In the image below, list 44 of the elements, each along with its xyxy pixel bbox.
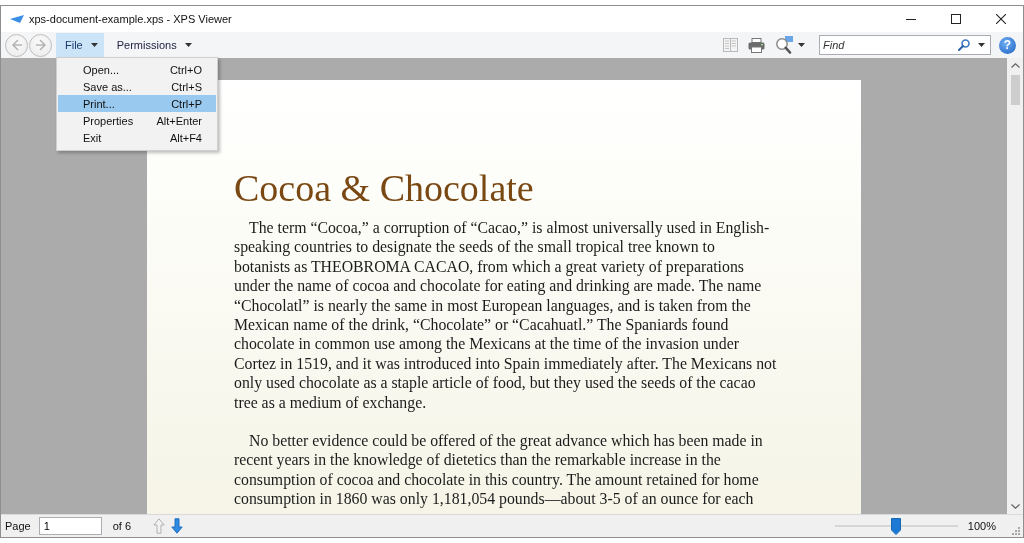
right-arrow-icon <box>34 39 47 51</box>
slider-thumb[interactable] <box>891 517 902 535</box>
minimize-icon <box>905 18 916 20</box>
down-arrow-icon <box>171 518 184 534</box>
caret-icon[interactable] <box>978 43 985 47</box>
next-page-button[interactable] <box>171 518 184 534</box>
zoom-percentage: 100% <box>967 520 996 532</box>
menu-item[interactable]: Save as... Ctrl+S <box>58 78 216 95</box>
resize-grip-icon[interactable] <box>1011 526 1020 535</box>
page-label: Page <box>5 520 31 532</box>
document-paragraph: The term “Cocoa,” a corruption of “Cacao,” is almost universally used in English- speaking countries to designate the seeds of the small tropical tree known to botanists as THEOBROMA CACAO, from which a great variety of preparations under the name of cocoa and chocolate for eating and drinking are made. The name “Chocolatl” is nearly the same in most European languages, and is taken from the Mexican name of the drink, “Chocolate” or “Cacahuatl.” The Spaniards found chocolate in common use among the Mexicans at the time of the invasion under Cortez in 1519, and it was introduced into Spain immediately after. The Mexicans not only used chocolate as a staple article of food, but they used the seeds of the cacao tree as a medium of exchange. <box>234 218 778 413</box>
left-arrow-icon <box>10 39 23 51</box>
caret-icon <box>90 43 98 47</box>
search-field[interactable]: Find <box>819 35 991 55</box>
magnifier-icon <box>775 36 794 54</box>
menu-item[interactable]: Exit Alt+F4 <box>58 129 216 146</box>
printer-icon <box>748 37 765 53</box>
document-paragraph: No better evidence could be offered of the great advance which has been made in recent years in the knowledge of dietetics than the remarkable increase in the consumption of cocoa and chocolate in this country. The amount retained for home consumption in 1860 was only 1,181,054 pounds—about 3-5 of an ounce for each <box>234 431 764 509</box>
menu-item[interactable]: Print... Ctrl+P <box>58 95 216 112</box>
keyboard-shortcut: Ctrl+O <box>169 63 202 76</box>
scroll-up-icon[interactable] <box>1010 63 1020 68</box>
keyboard-shortcut: Ctrl+S <box>171 80 202 93</box>
up-arrow-icon <box>153 518 166 534</box>
page-layout-icon <box>723 38 738 52</box>
scroll-down-icon[interactable] <box>1010 504 1020 509</box>
keyboard-shortcut: Ctrl+P <box>171 97 202 110</box>
window-title: xps-document-example.xps - XPS Viewer <box>29 13 232 25</box>
menu-button[interactable]: Permissions <box>107 33 198 57</box>
vertical-scrollbar[interactable] <box>1007 58 1023 514</box>
menu-item[interactable]: Open... Ctrl+O <box>58 61 216 78</box>
search-icon[interactable] <box>958 39 970 51</box>
close-icon <box>995 14 1006 24</box>
maximize-icon <box>950 14 961 24</box>
menu-button[interactable]: File <box>56 33 104 57</box>
keyboard-shortcut: Alt+Enter <box>156 114 202 127</box>
caret-icon <box>798 43 805 47</box>
menu-item[interactable]: Properties Alt+Enter <box>58 112 216 129</box>
scrollbar-thumb[interactable] <box>1010 75 1020 105</box>
paper-plane-icon <box>10 15 24 23</box>
caret-icon <box>184 43 192 47</box>
page-number-field[interactable]: 1 <box>38 517 102 535</box>
document-heading: Cocoa & Chocolate <box>234 166 535 210</box>
page-count: of 6 <box>112 520 132 532</box>
keyboard-shortcut: Alt+F4 <box>169 131 202 144</box>
